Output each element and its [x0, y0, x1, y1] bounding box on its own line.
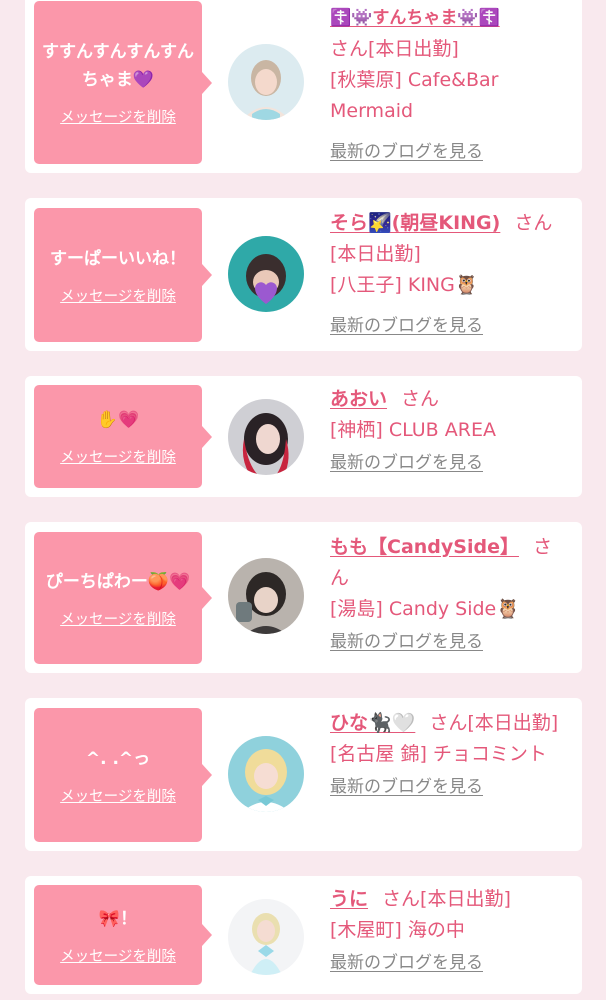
cast-name-link[interactable]: うに: [330, 888, 368, 910]
blog-link[interactable]: 最新のブログを見る: [330, 627, 483, 658]
cast-info: あおい さん [神栖] CLUB AREA 最新のブログを見る: [330, 384, 570, 479]
message-card: ぴーちぱわー🍑💗 メッセージを削除 もも【CandySide】 さん [湯島] C…: [25, 522, 582, 673]
message-card: ^. .^っ メッセージを削除 ひな🐈‍⬛🤍 さん[本日出勤] [名古屋 錦] チ…: [25, 698, 582, 851]
avatar[interactable]: [228, 399, 304, 475]
delete-message-link[interactable]: メッセージを削除: [60, 608, 176, 629]
cast-name-link[interactable]: あおい: [330, 388, 387, 410]
honorific: さん: [382, 888, 421, 910]
message-card: ✋💗 メッセージを削除 あおい さん [神栖] CLUB AREA 最新のブログを…: [25, 376, 582, 497]
message-card: すーぱーいいね！ メッセージを削除 そら🌠(朝昼KING) さん [本日出勤] […: [25, 198, 582, 351]
message-text: 🎀！: [98, 908, 138, 929]
cast-info: うに さん[本日出勤] [木屋町] 海の中 最新のブログを見る: [330, 884, 570, 979]
delete-message-link[interactable]: メッセージを削除: [60, 785, 176, 806]
message-text: ^. .^っ: [85, 748, 151, 769]
honorific: さん: [429, 712, 468, 734]
blog-link[interactable]: 最新のブログを見る: [330, 311, 483, 342]
blog-link[interactable]: 最新のブログを見る: [330, 137, 483, 168]
message-card: 🎀！ メッセージを削除 うに さん[本日出勤] [木屋町] 海の中 最新のブログを…: [25, 876, 582, 994]
status-badge: [本日出勤]: [330, 243, 421, 265]
store-label: [名古屋 錦] チョコミント: [330, 743, 547, 765]
cast-name-link[interactable]: そら🌠(朝昼KING): [330, 212, 500, 234]
honorific: さん: [514, 212, 553, 234]
message-text: すすんすんすんすんちゃま💜: [42, 42, 194, 90]
message-bubble: すーぱーいいね！ メッセージを削除: [34, 208, 212, 342]
message-card: すすんすんすんすんちゃま💜 メッセージを削除 ☦️👾すんちゃま👾☦️ さん[本日…: [25, 0, 582, 173]
status-badge: [本日出勤]: [420, 888, 511, 910]
delete-message-link[interactable]: メッセージを削除: [60, 945, 176, 966]
message-bubble: ✋💗 メッセージを削除: [34, 385, 212, 488]
cast-name-link[interactable]: ☦️👾すんちゃま👾☦️: [330, 8, 500, 28]
store-label: [湯島] Candy Side🦉: [330, 598, 520, 620]
cast-info: ☦️👾すんちゃま👾☦️ さん[本日出勤] [秋葉原] Cafe&Bar Merm…: [330, 2, 570, 168]
store-label: [八王子] KING🦉: [330, 274, 479, 296]
blog-link[interactable]: 最新のブログを見る: [330, 772, 483, 803]
avatar[interactable]: [228, 736, 304, 812]
message-bubble: 🎀！ メッセージを削除: [34, 885, 212, 985]
message-text: ✋💗: [96, 410, 140, 430]
avatar[interactable]: [228, 558, 304, 634]
avatar[interactable]: [228, 44, 304, 120]
cast-name-link[interactable]: もも【CandySide】: [330, 536, 519, 558]
blog-link[interactable]: 最新のブログを見る: [330, 948, 483, 979]
delete-message-link[interactable]: メッセージを削除: [60, 285, 176, 306]
message-text: ぴーちぱわー🍑💗: [45, 571, 191, 592]
avatar[interactable]: [228, 899, 304, 975]
delete-message-link[interactable]: メッセージを削除: [60, 106, 176, 127]
message-bubble: すすんすんすんすんちゃま💜 メッセージを削除: [34, 1, 212, 164]
avatar[interactable]: [228, 236, 304, 312]
message-bubble: ^. .^っ メッセージを削除: [34, 708, 212, 842]
delete-message-link[interactable]: メッセージを削除: [60, 446, 176, 467]
message-bubble: ぴーちぱわー🍑💗 メッセージを削除: [34, 532, 212, 664]
status-badge: [本日出勤]: [467, 712, 559, 734]
store-label: [木屋町] 海の中: [330, 919, 465, 941]
cast-info: もも【CandySide】 さん [湯島] Candy Side🦉 最新のブログを…: [330, 532, 570, 658]
honorific: さん: [401, 388, 440, 410]
store-label: [秋葉原] Cafe&Bar Mermaid: [330, 69, 499, 122]
message-text: すーぱーいいね！: [50, 248, 186, 269]
status-badge: [本日出勤]: [368, 38, 459, 60]
honorific: さん: [330, 38, 369, 60]
cast-info: そら🌠(朝昼KING) さん [本日出勤] [八王子] KING🦉 最新のブログを…: [330, 208, 570, 342]
blog-link[interactable]: 最新のブログを見る: [330, 448, 483, 479]
cast-info: ひな🐈‍⬛🤍 さん[本日出勤] [名古屋 錦] チョコミント 最新のブログを見る: [330, 708, 570, 803]
store-label: [神栖] CLUB AREA: [330, 419, 496, 441]
cast-name-link[interactable]: ひな🐈‍⬛🤍: [330, 712, 415, 734]
